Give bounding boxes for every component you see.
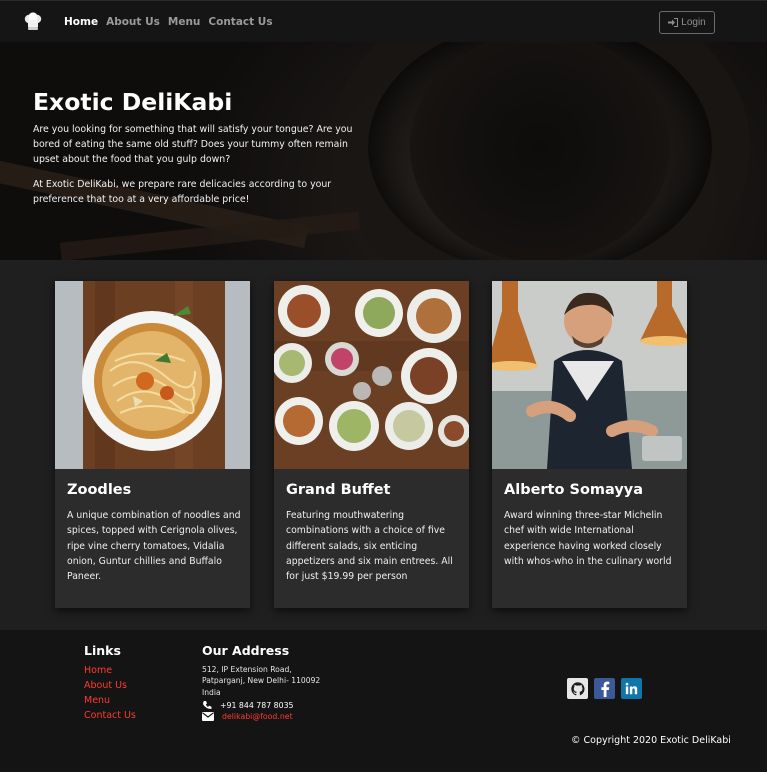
- address-line: India: [202, 687, 221, 697]
- chef-hat-icon[interactable]: [23, 12, 43, 32]
- nav-link-contact-us[interactable]: Contact Us: [208, 16, 272, 28]
- jumbotron: Exotic DeliKabi Are you looking for some…: [0, 42, 767, 260]
- footer-link-menu[interactable]: Menu: [84, 694, 136, 707]
- login-button[interactable]: Login: [659, 11, 715, 34]
- card-title: Grand Buffet: [286, 482, 391, 498]
- buffet-image: [274, 281, 469, 469]
- card-alberto-somayya: Alberto Somayya Award winning three-star…: [492, 281, 687, 608]
- github-icon[interactable]: [567, 678, 588, 699]
- navbar: Home About Us Menu Contact Us Login: [0, 0, 767, 42]
- login-label: Login: [681, 17, 706, 28]
- phone-number: +91 844 787 8035: [220, 700, 294, 710]
- nav-link-home[interactable]: Home: [64, 16, 98, 28]
- card-text: A unique combination of noodles and spic…: [67, 510, 241, 583]
- email-row: delikabi@food.net: [202, 712, 293, 721]
- linkedin-icon[interactable]: [621, 678, 642, 699]
- address: 512, IP Extension Road, Patparganj, New …: [202, 664, 342, 698]
- nav-links: Home About Us Menu Contact Us: [64, 16, 273, 28]
- card-title: Zoodles: [67, 482, 132, 498]
- address-line: Patparganj, New Delhi- 110092: [202, 676, 321, 686]
- zoodles-image: [55, 281, 250, 469]
- nav-link-about-us[interactable]: About Us: [106, 16, 160, 28]
- envelope-icon: [202, 712, 214, 721]
- phone-row: +91 844 787 8035: [202, 700, 294, 710]
- card-text: Award winning three-star Michelin chef w…: [504, 510, 672, 567]
- copyright: © Copyright 2020 Exotic DeliKabi: [571, 735, 731, 746]
- card-text: Featuring mouthwatering combinations wit…: [286, 510, 453, 583]
- footer-link-about-us[interactable]: About Us: [84, 679, 136, 692]
- card-zoodles: Zoodles A unique combination of noodles …: [55, 281, 250, 608]
- footer-links: Home About Us Menu Contact Us: [84, 664, 136, 722]
- footer-address-heading: Our Address: [202, 643, 290, 658]
- address-line: 512, IP Extension Road,: [202, 665, 292, 674]
- footer-link-home[interactable]: Home: [84, 664, 136, 677]
- sign-in-icon: [668, 18, 679, 27]
- facebook-icon[interactable]: [594, 678, 615, 699]
- phone-icon: [203, 701, 212, 709]
- email-link[interactable]: delikabi@food.net: [222, 712, 293, 721]
- nav-link-menu[interactable]: Menu: [168, 16, 201, 28]
- intro-paragraph: At Exotic DeliKabi, we prepare rare deli…: [33, 179, 332, 205]
- footer-link-contact-us[interactable]: Contact Us: [84, 709, 136, 722]
- card-grand-buffet: Grand Buffet Featuring mouthwatering com…: [274, 281, 469, 608]
- social-links: [567, 678, 642, 699]
- chef-image: [492, 281, 687, 469]
- card-title: Alberto Somayya: [504, 482, 644, 498]
- intro-paragraph: Are you looking for something that will …: [33, 124, 353, 165]
- background-pan-inner: [410, 42, 670, 260]
- page-title: Exotic DeliKabi: [33, 88, 233, 116]
- footer-links-heading: Links: [84, 643, 121, 658]
- footer: Links Home About Us Menu Contact Us Our …: [0, 630, 767, 772]
